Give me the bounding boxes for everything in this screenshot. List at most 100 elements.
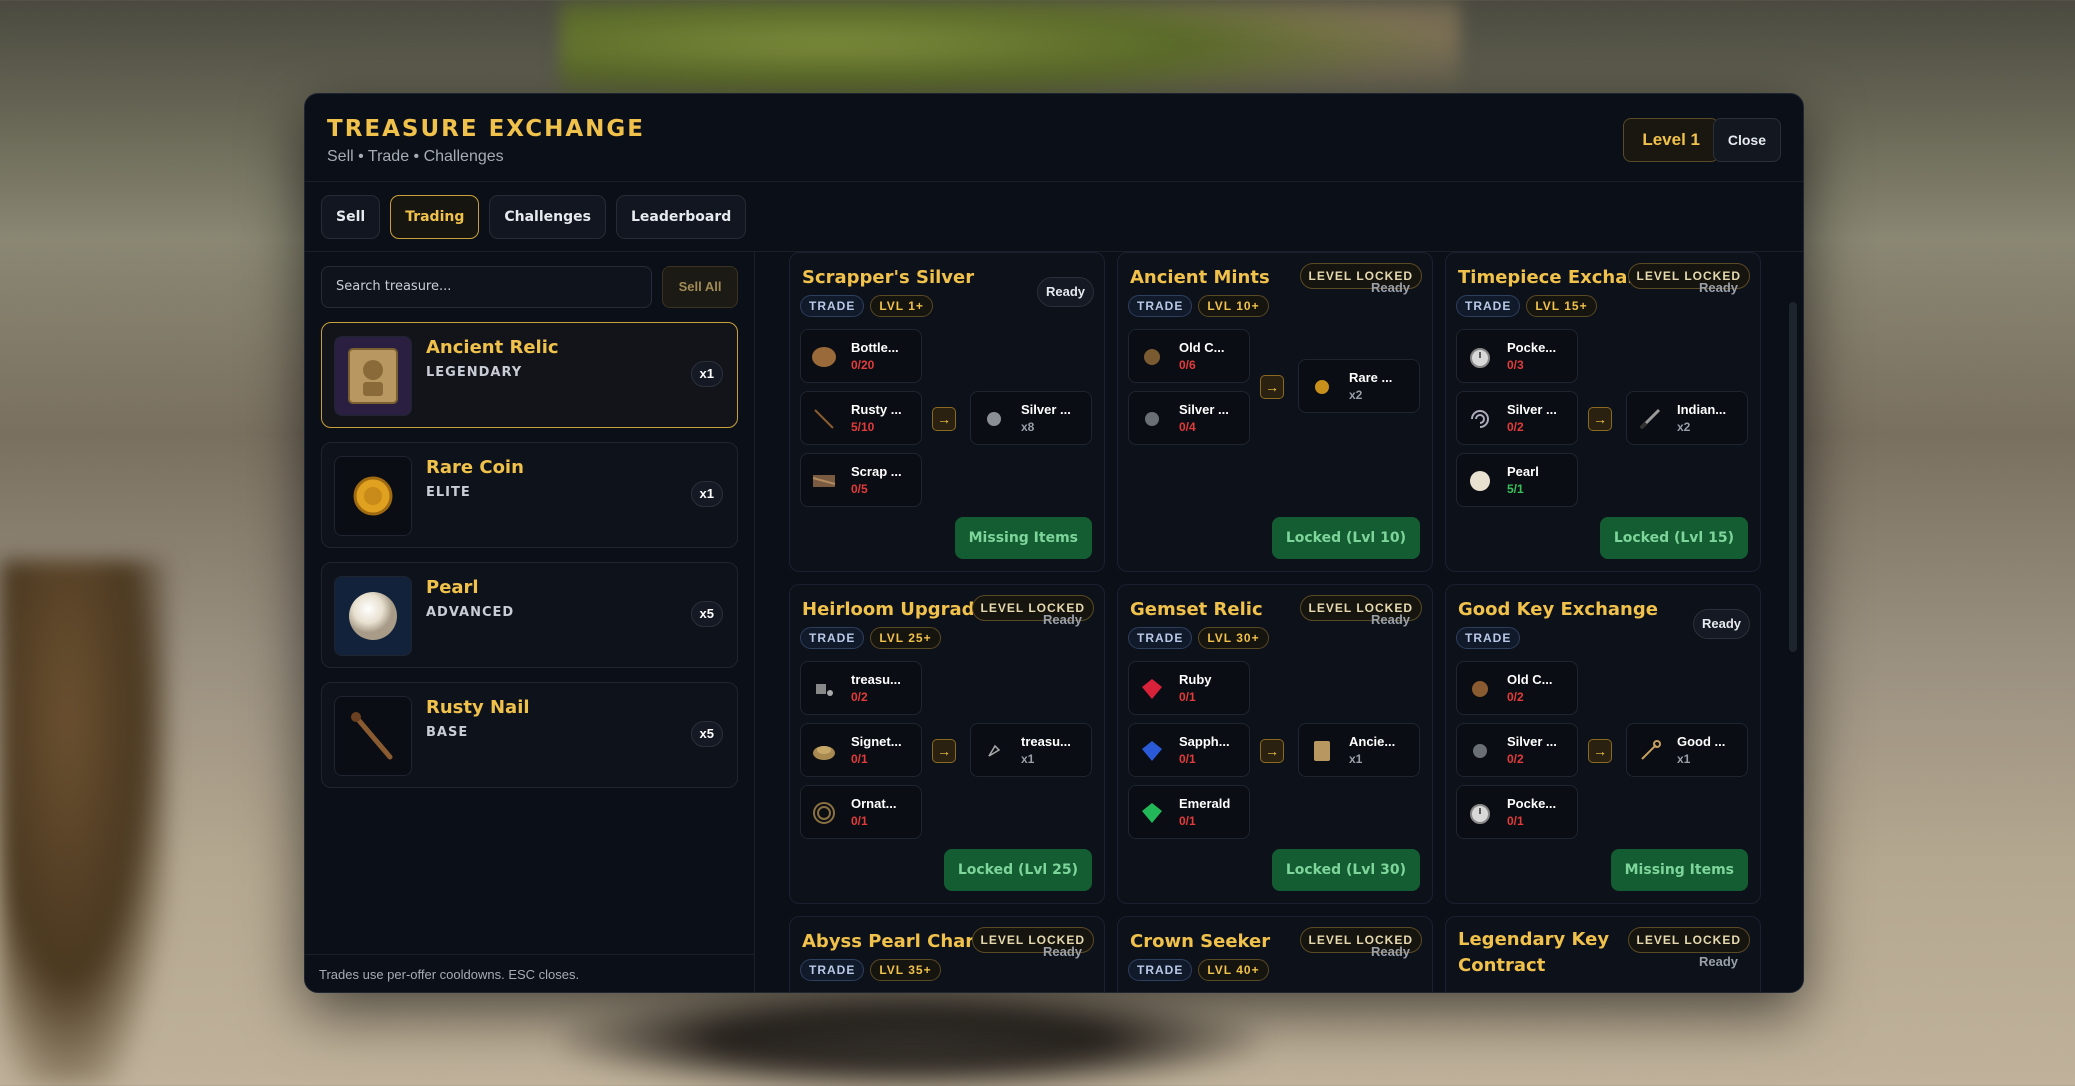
req-name: Pearl <box>1507 464 1539 479</box>
level-req-badge: LVL 1+ <box>870 295 933 317</box>
item-rarity: LEGENDARY <box>426 365 523 380</box>
pocket-watch-icon <box>1467 800 1493 826</box>
scrap-icon <box>811 468 837 494</box>
arrow-right-icon: → <box>1260 375 1284 399</box>
requirement-item: Ruby 0/1 <box>1128 661 1250 715</box>
status-badge: Ready <box>1698 280 1738 295</box>
tab-sell[interactable]: Sell <box>321 195 381 239</box>
offers-panel: Scrapper's Silver Ready TRADE LVL 1+ Bott… <box>755 252 1803 992</box>
reward-name: Ancie... <box>1349 734 1396 749</box>
item-qty: x5 <box>690 721 723 747</box>
reward-count: x8 <box>1021 420 1035 434</box>
req-count: 5/1 <box>1507 482 1524 496</box>
offer-card: Crown Seeker LEVEL LOCKED Ready TRADE LVL… <box>1117 916 1433 992</box>
reward-item: Rare ... x2 <box>1298 359 1420 413</box>
req-count: 0/4 <box>1179 420 1196 434</box>
inventory-item[interactable]: Ancient Relic LEGENDARY x1 <box>321 322 738 428</box>
trade-action-button[interactable]: Missing Items <box>1610 849 1748 891</box>
offer-name: Gemset Relic <box>1130 599 1263 620</box>
close-button[interactable]: Close <box>1712 118 1781 162</box>
coin-icon <box>1309 374 1335 400</box>
requirement-item: Silver ... 0/2 <box>1456 723 1578 777</box>
status-badge: Ready <box>1042 944 1082 959</box>
reward-count: x1 <box>1677 752 1691 766</box>
silver-coin-icon <box>1467 738 1493 764</box>
item-name: Rare Coin <box>426 457 524 478</box>
item-rarity: ADVANCED <box>426 605 515 620</box>
req-count: 0/3 <box>1507 358 1524 372</box>
tab-trading[interactable]: Trading <box>390 195 480 239</box>
trade-action-button[interactable]: Locked (Lvl 15) <box>1599 517 1748 559</box>
arrow-right-icon: → <box>932 739 956 763</box>
arrow-right-icon: → <box>1260 739 1284 763</box>
item-qty: x1 <box>690 361 723 387</box>
req-name: Ruby <box>1179 672 1212 687</box>
reward-count: x2 <box>1677 420 1691 434</box>
req-count: 0/1 <box>851 814 868 828</box>
requirement-item: Pocke... 0/3 <box>1456 329 1578 383</box>
sell-all-button[interactable]: Sell All <box>662 266 738 308</box>
offer-card: Timepiece Exchange LEVEL LOCKED Ready TR… <box>1445 252 1761 572</box>
status-badge: Ready <box>1692 609 1750 639</box>
arrow-right-icon: → <box>932 407 956 431</box>
trade-badge: TRADE <box>800 295 865 317</box>
req-name: Pocke... <box>1507 340 1557 355</box>
inventory-item[interactable]: Rusty Nail BASE x5 <box>321 682 738 788</box>
req-name: Old C... <box>1179 340 1225 355</box>
reward-count: x1 <box>1021 752 1035 766</box>
req-count: 0/5 <box>851 482 868 496</box>
trade-badge: TRADE <box>1128 295 1193 317</box>
req-name: Ornat... <box>851 796 897 811</box>
inventory-list: Ancient Relic LEGENDARY x1 Rare Coin ELI… <box>305 322 754 788</box>
level-req-badge: LVL 30+ <box>1198 627 1269 649</box>
requirement-item: Ornat... 0/1 <box>800 785 922 839</box>
requirement-item: treasu... 0/2 <box>800 661 922 715</box>
offer-name: Crown Seeker <box>1130 931 1271 952</box>
offer-card: Gemset Relic LEVEL LOCKED Ready TRADE LVL… <box>1117 584 1433 904</box>
modal-header: TREASURE EXCHANGE Sell • Trade • Challen… <box>305 94 1803 182</box>
requirement-item: Silver ... 0/2 <box>1456 391 1578 445</box>
req-count: 0/1 <box>1179 752 1196 766</box>
req-name: Emerald <box>1179 796 1231 811</box>
scrollbar[interactable] <box>1789 302 1797 652</box>
offer-name: Ancient Mints <box>1130 267 1270 288</box>
req-count: 0/20 <box>851 358 875 372</box>
inventory-item[interactable]: Pearl ADVANCED x5 <box>321 562 738 668</box>
req-count: 0/2 <box>1507 690 1524 704</box>
pocket-watch-icon <box>1467 344 1493 370</box>
level-req-badge: LVL 15+ <box>1526 295 1597 317</box>
req-count: 0/2 <box>851 690 868 704</box>
sapphire-icon <box>1139 738 1165 764</box>
requirement-item: Silver ... 0/4 <box>1128 391 1250 445</box>
level-req-badge: LVL 40+ <box>1198 959 1269 981</box>
item-name: Ancient Relic <box>426 337 559 358</box>
trade-badge: TRADE <box>1456 627 1521 649</box>
req-name: Old C... <box>1507 672 1553 687</box>
silver-coin-icon <box>1139 406 1165 432</box>
status-badge: Ready <box>1036 277 1094 307</box>
req-count: 0/1 <box>1179 814 1196 828</box>
old-coin-icon <box>1467 676 1493 702</box>
tab-challenges[interactable]: Challenges <box>489 195 606 239</box>
search-input[interactable]: Search treasure... <box>321 266 652 308</box>
trade-action-button[interactable]: Locked (Lvl 30) <box>1271 849 1420 891</box>
requirement-item: Sapph... 0/1 <box>1128 723 1250 777</box>
trade-badge: TRADE <box>1128 627 1193 649</box>
trade-badge: TRADE <box>800 627 865 649</box>
old-coin-icon <box>1139 344 1165 370</box>
level-locked-badge: LEVEL LOCKED <box>1627 927 1750 953</box>
inventory-item[interactable]: Rare Coin ELITE x1 <box>321 442 738 548</box>
trade-action-button[interactable]: Missing Items <box>954 517 1092 559</box>
reward-item: Indian... x2 <box>1626 391 1748 445</box>
treasure-key-icon <box>981 738 1007 764</box>
trade-action-button[interactable]: Locked (Lvl 10) <box>1271 517 1420 559</box>
req-count: 0/1 <box>1507 814 1524 828</box>
trade-action-button[interactable]: Locked (Lvl 25) <box>943 849 1092 891</box>
req-count: 0/6 <box>1179 358 1196 372</box>
trade-badge: TRADE <box>1128 959 1193 981</box>
treasure-key-icon <box>811 676 837 702</box>
coin-icon <box>334 456 412 536</box>
status-badge: Ready <box>1370 944 1410 959</box>
offer-card: Abyss Pearl Charter LEVEL LOCKED Ready T… <box>789 916 1105 992</box>
tab-leaderboard[interactable]: Leaderboard <box>615 195 747 239</box>
